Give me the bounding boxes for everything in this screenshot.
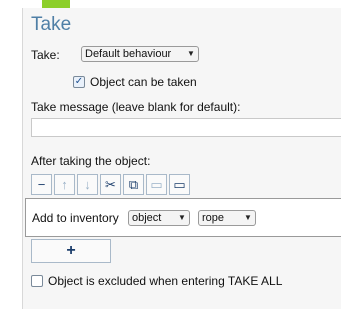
exclude-take-all-checkbox[interactable] (31, 275, 43, 287)
cut-button[interactable]: ✂ (100, 174, 121, 195)
inventory-item-select[interactable]: rope ▼ (198, 210, 256, 226)
object-can-be-taken-label: Object can be taken (90, 75, 197, 89)
code-view-button[interactable]: ▭ (169, 174, 190, 195)
chevron-down-icon: ▼ (178, 213, 186, 222)
after-taking-label: After taking the object: (31, 154, 151, 168)
move-down-button[interactable]: ↓ (77, 174, 98, 195)
chevron-down-icon: ▼ (244, 213, 252, 222)
add-script-button[interactable]: + (31, 239, 111, 263)
script-toolbar: − ↑ ↓ ✂ ⧉ ▭ ▭ (31, 174, 190, 196)
take-message-label: Take message (leave blank for default): (31, 100, 241, 114)
script-line[interactable]: Add to inventory object ▼ rope ▼ (25, 198, 341, 237)
scissors-icon: ✂ (105, 176, 116, 192)
exclude-take-all-label: Object is excluded when entering TAKE AL… (48, 274, 283, 288)
inventory-object-select[interactable]: object ▼ (128, 210, 190, 226)
delete-line-button[interactable]: − (31, 174, 52, 195)
paste-button[interactable]: ▭ (146, 174, 167, 195)
arrow-up-icon: ↑ (61, 177, 68, 192)
chevron-down-icon: ▼ (187, 49, 195, 58)
code-view-icon: ▭ (173, 176, 186, 192)
take-panel: Take Take: Default behaviour ▼ ✓ Object … (22, 8, 341, 309)
arrow-down-icon: ↓ (84, 177, 91, 192)
inventory-object-value: object (132, 212, 162, 224)
object-can-be-taken-checkbox[interactable]: ✓ (73, 76, 85, 88)
plus-icon: + (66, 242, 76, 259)
take-behaviour-select[interactable]: Default behaviour ▼ (81, 46, 199, 62)
minus-icon: − (37, 177, 46, 192)
move-up-button[interactable]: ↑ (54, 174, 75, 195)
section-title: Take (31, 14, 72, 35)
paste-icon: ▭ (150, 176, 163, 192)
copy-button[interactable]: ⧉ (123, 174, 144, 195)
script-command-label: Add to inventory (32, 211, 119, 225)
copy-icon: ⧉ (128, 176, 139, 192)
inventory-item-value: rope (202, 212, 225, 224)
take-label: Take: (31, 48, 60, 62)
take-behaviour-value: Default behaviour (85, 48, 172, 60)
accent-tab (42, 0, 70, 8)
take-message-input[interactable] (31, 118, 341, 137)
